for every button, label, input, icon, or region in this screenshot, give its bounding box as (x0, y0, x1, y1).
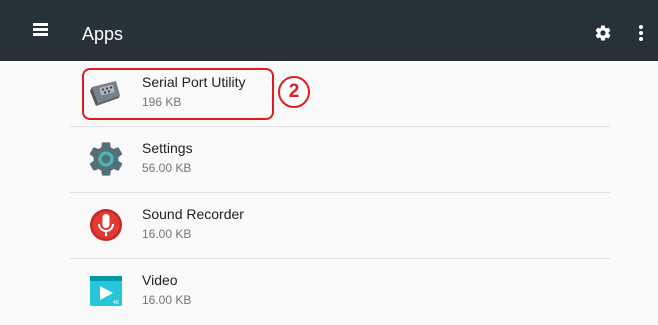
app-size: 16.00 KB (142, 227, 192, 241)
serial-port-icon (90, 81, 120, 106)
gear-icon[interactable] (594, 24, 612, 42)
app-name: Video (142, 272, 178, 288)
more-vert-icon[interactable] (636, 24, 646, 42)
page-title: Apps (82, 24, 124, 44)
app-size: 16.00 KB (142, 293, 192, 307)
app-name: Sound Recorder (142, 206, 244, 222)
app-size: 56.00 KB (142, 161, 192, 175)
microphone-icon (90, 209, 122, 241)
list-item-video[interactable]: 4K Video 16.00 KB (70, 259, 610, 325)
list-item-serial-port-utility[interactable]: Serial Port Utility 196 KB (70, 61, 610, 127)
step-number-badge: 2 (278, 76, 310, 108)
video-play-icon: 4K (90, 276, 122, 306)
app-bar: Apps (0, 0, 658, 61)
list-item-sound-recorder[interactable]: Sound Recorder 16.00 KB (70, 193, 610, 259)
svg-text:4K: 4K (113, 300, 120, 306)
list-item-settings[interactable]: Settings 56.00 KB (70, 127, 610, 193)
settings-gear-icon (89, 142, 123, 176)
app-name: Settings (142, 140, 193, 156)
app-name: Serial Port Utility (142, 74, 246, 90)
app-size: 196 KB (142, 95, 182, 109)
hamburger-menu-icon[interactable] (33, 23, 53, 39)
